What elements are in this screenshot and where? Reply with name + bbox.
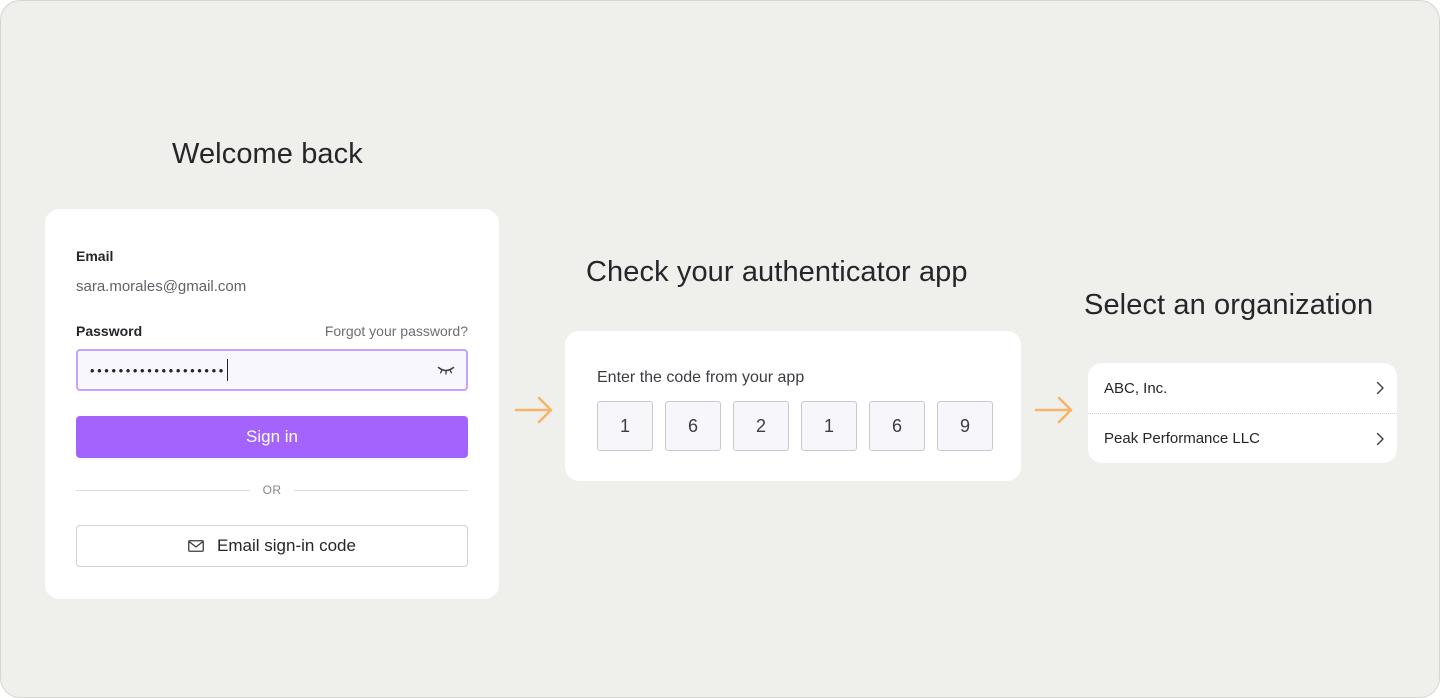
forgot-password-link[interactable]: Forgot your password? (325, 323, 468, 339)
code-digit-input[interactable]: 2 (733, 401, 789, 451)
organization-item-abc[interactable]: ABC, Inc. (1088, 363, 1397, 413)
text-caret (226, 359, 229, 381)
code-digit-input[interactable]: 1 (801, 401, 857, 451)
code-digit-input[interactable]: 1 (597, 401, 653, 451)
code-digit-input[interactable]: 6 (665, 401, 721, 451)
code-digit-input[interactable]: 9 (937, 401, 993, 451)
organization-item-label: Peak Performance LLC (1104, 430, 1260, 447)
code-input-group: 1 6 2 1 6 9 (597, 401, 993, 451)
eye-closed-icon[interactable] (436, 363, 456, 377)
authenticator-heading: Check your authenticator app (586, 256, 968, 288)
login-heading: Welcome back (172, 138, 363, 170)
mail-icon (188, 540, 204, 552)
email-label: Email (76, 248, 114, 264)
divider-text: OR (262, 483, 282, 497)
organization-item-label: ABC, Inc. (1104, 379, 1168, 397)
organization-list: ABC, Inc. Peak Performance LLC (1088, 363, 1397, 463)
email-sign-in-code-button[interactable]: Email sign-in code (76, 525, 468, 567)
sign-in-button[interactable]: Sign in (76, 416, 468, 458)
organization-heading: Select an organization (1084, 289, 1374, 321)
or-divider: OR (76, 481, 468, 499)
login-card: Email sara.morales@gmail.com Password Fo… (45, 209, 499, 599)
password-mask: ••••••••••••••••••• (90, 362, 226, 378)
email-sign-in-code-label: Email sign-in code (217, 536, 356, 555)
divider-line-right (294, 489, 468, 491)
chevron-right-icon (1375, 381, 1385, 395)
authenticator-card: Enter the code from your app 1 6 2 1 6 9 (565, 331, 1021, 481)
flow-canvas: Welcome back Email sara.morales@gmail.co… (0, 0, 1440, 698)
arrow-right-icon (514, 395, 554, 425)
organization-item-peak-performance[interactable]: Peak Performance LLC (1088, 413, 1397, 463)
chevron-right-icon (1375, 432, 1385, 446)
email-value: sara.morales@gmail.com (76, 278, 247, 295)
code-digit-input[interactable]: 6 (869, 401, 925, 451)
divider-line-left (76, 489, 250, 491)
arrow-right-icon (1034, 395, 1074, 425)
code-label: Enter the code from your app (597, 369, 805, 386)
password-input[interactable]: ••••••••••••••••••• (76, 349, 468, 391)
password-label: Password (76, 323, 143, 339)
